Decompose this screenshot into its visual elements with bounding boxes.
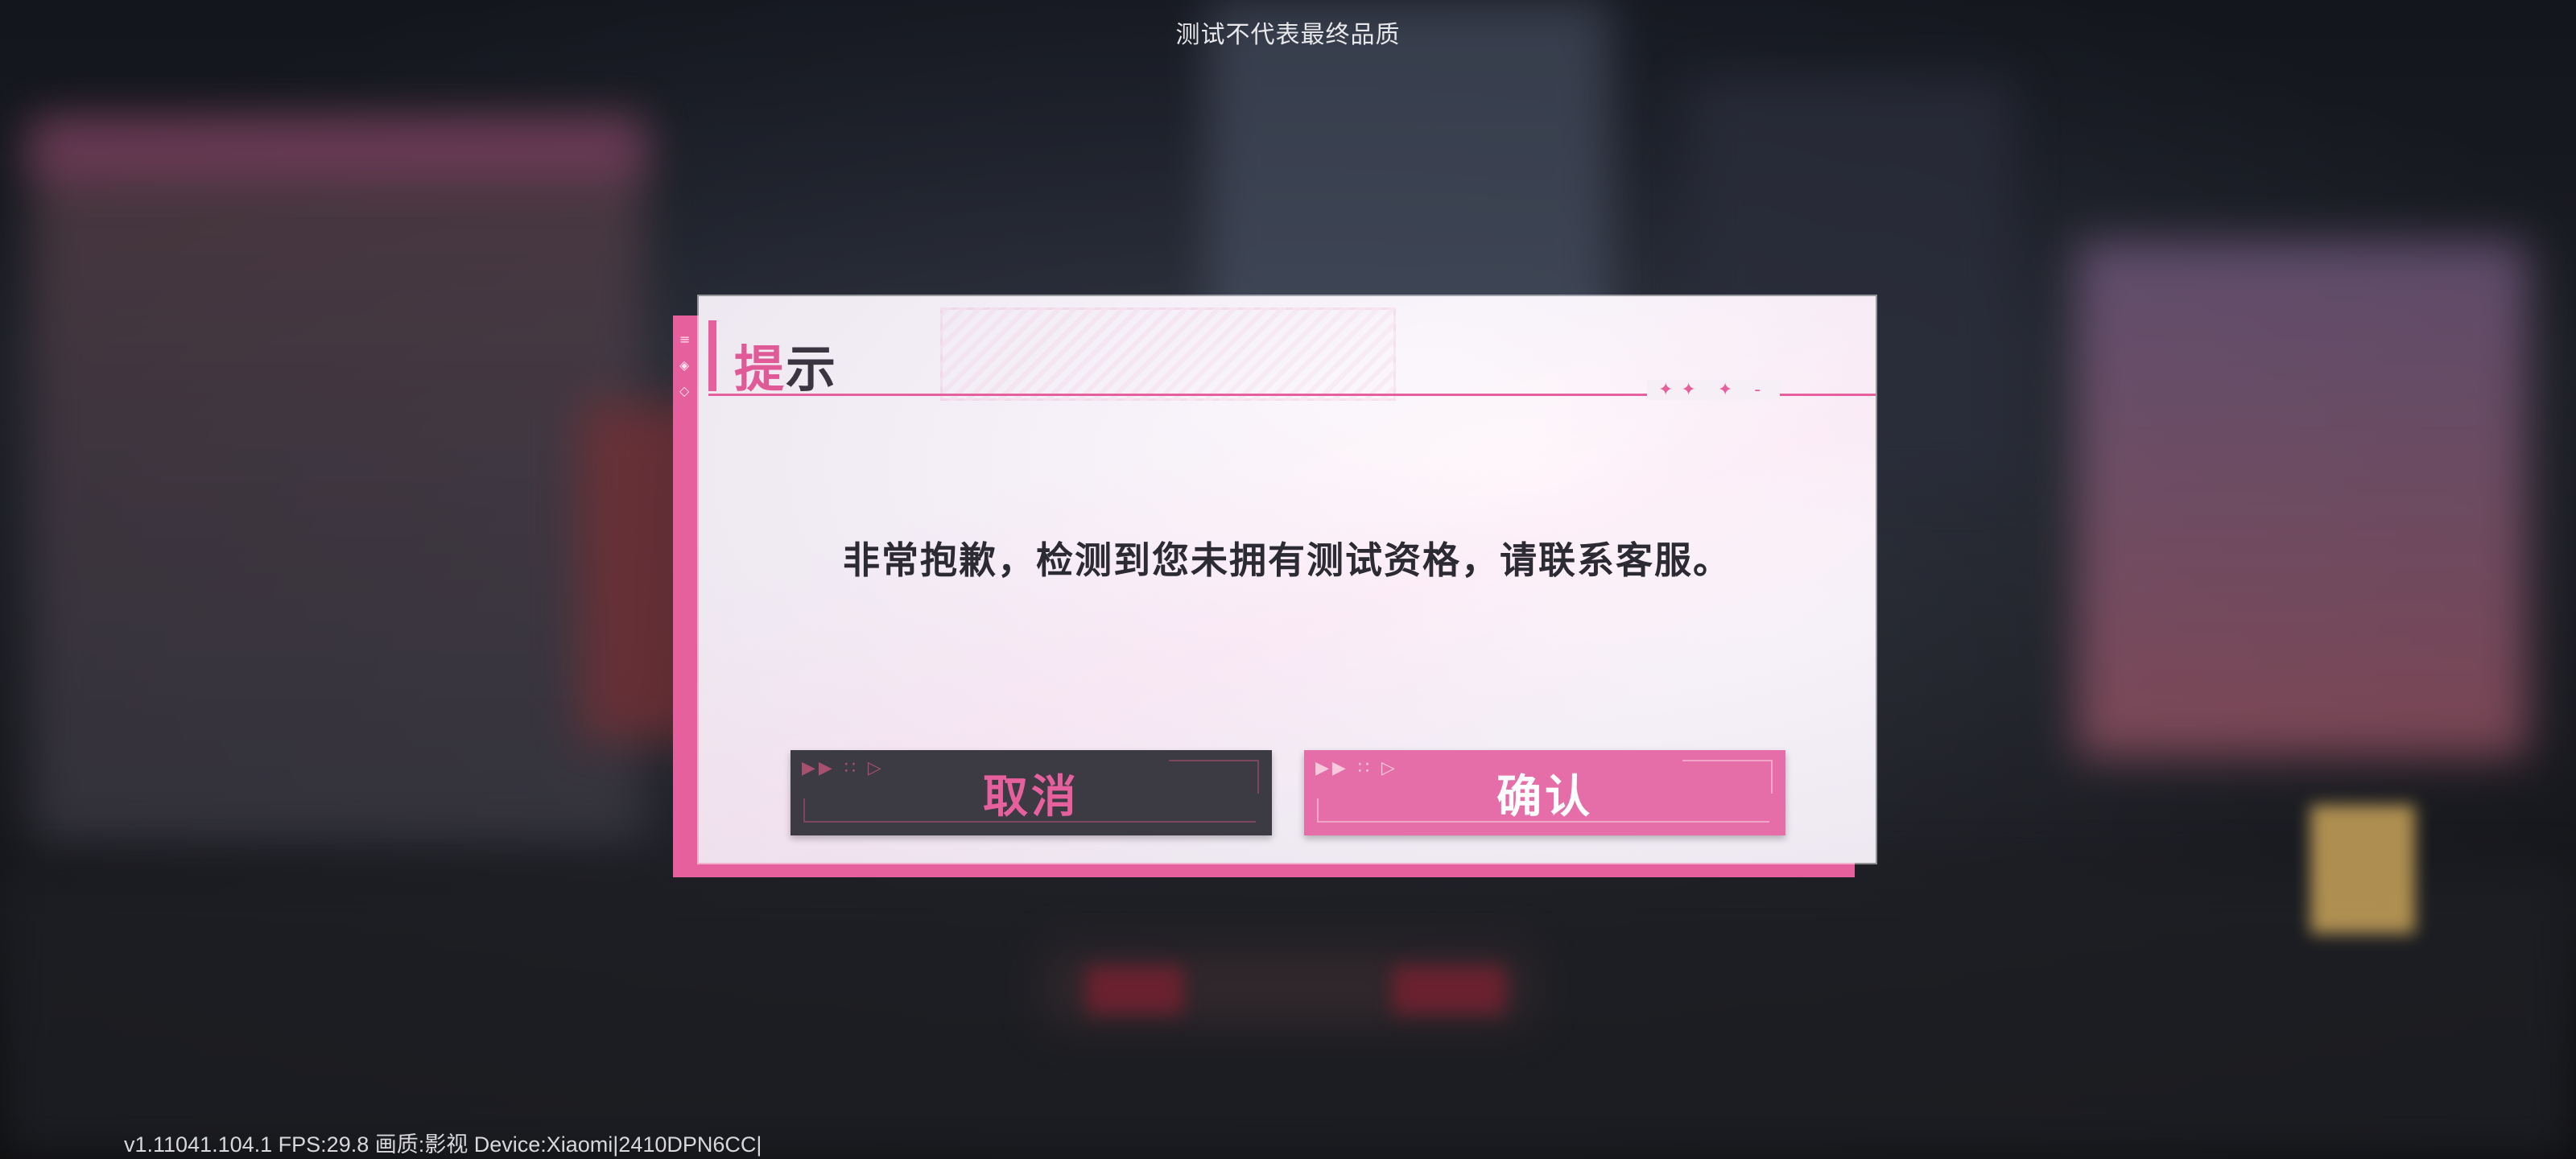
version-info: v1.11041.104.1 FPS:29.8 画质:影视 Device:Xia…	[124, 1132, 762, 1157]
divider-stars: ✦✦ ✦ -	[1647, 380, 1781, 400]
side-deco-icon: ≡	[679, 332, 691, 347]
test-quality-notice: 测试不代表最终品质	[1175, 21, 1401, 49]
background-blurred-ui-left	[1087, 966, 1183, 1014]
background-neon-strip	[32, 121, 644, 177]
confirm-button-label: 确认	[1496, 769, 1593, 823]
dialog-title: 提示	[734, 328, 837, 401]
dialog-title-first-char: 提	[734, 340, 786, 398]
title-accent-bar	[708, 320, 716, 391]
cancel-button[interactable]: ▶▶ ∷ ▷ 取消	[791, 750, 1272, 835]
side-deco-icon: ◈	[679, 357, 690, 373]
game-screen: 测试不代表最终品质 ≡ ◈ ◇ 提示 ✦✦ ✦ - 非常抱歉，检测到您未拥有测试…	[0, 0, 2576, 1159]
confirm-button[interactable]: ▶▶ ∷ ▷ 确认	[1304, 750, 1785, 835]
side-deco-icon: ◇	[679, 383, 690, 398]
background-yellow-object	[2310, 805, 2415, 934]
background-building-left	[32, 121, 644, 845]
cancel-button-label: 取消	[983, 769, 1080, 823]
background-blurred-ui-right	[1393, 966, 1505, 1014]
prompt-dialog: 提示 ✦✦ ✦ - 非常抱歉，检测到您未拥有测试资格，请联系客服。 ▶▶ ∷ ▷…	[699, 296, 1876, 863]
dialog-side-strip: ≡ ◈ ◇	[673, 316, 699, 877]
dialog-message: 非常抱歉，检测到您未拥有测试资格，请联系客服。	[843, 538, 1732, 582]
dialog-title-rest: 示	[786, 340, 838, 398]
title-watermark	[940, 307, 1396, 401]
background-building-right	[2077, 241, 2528, 757]
